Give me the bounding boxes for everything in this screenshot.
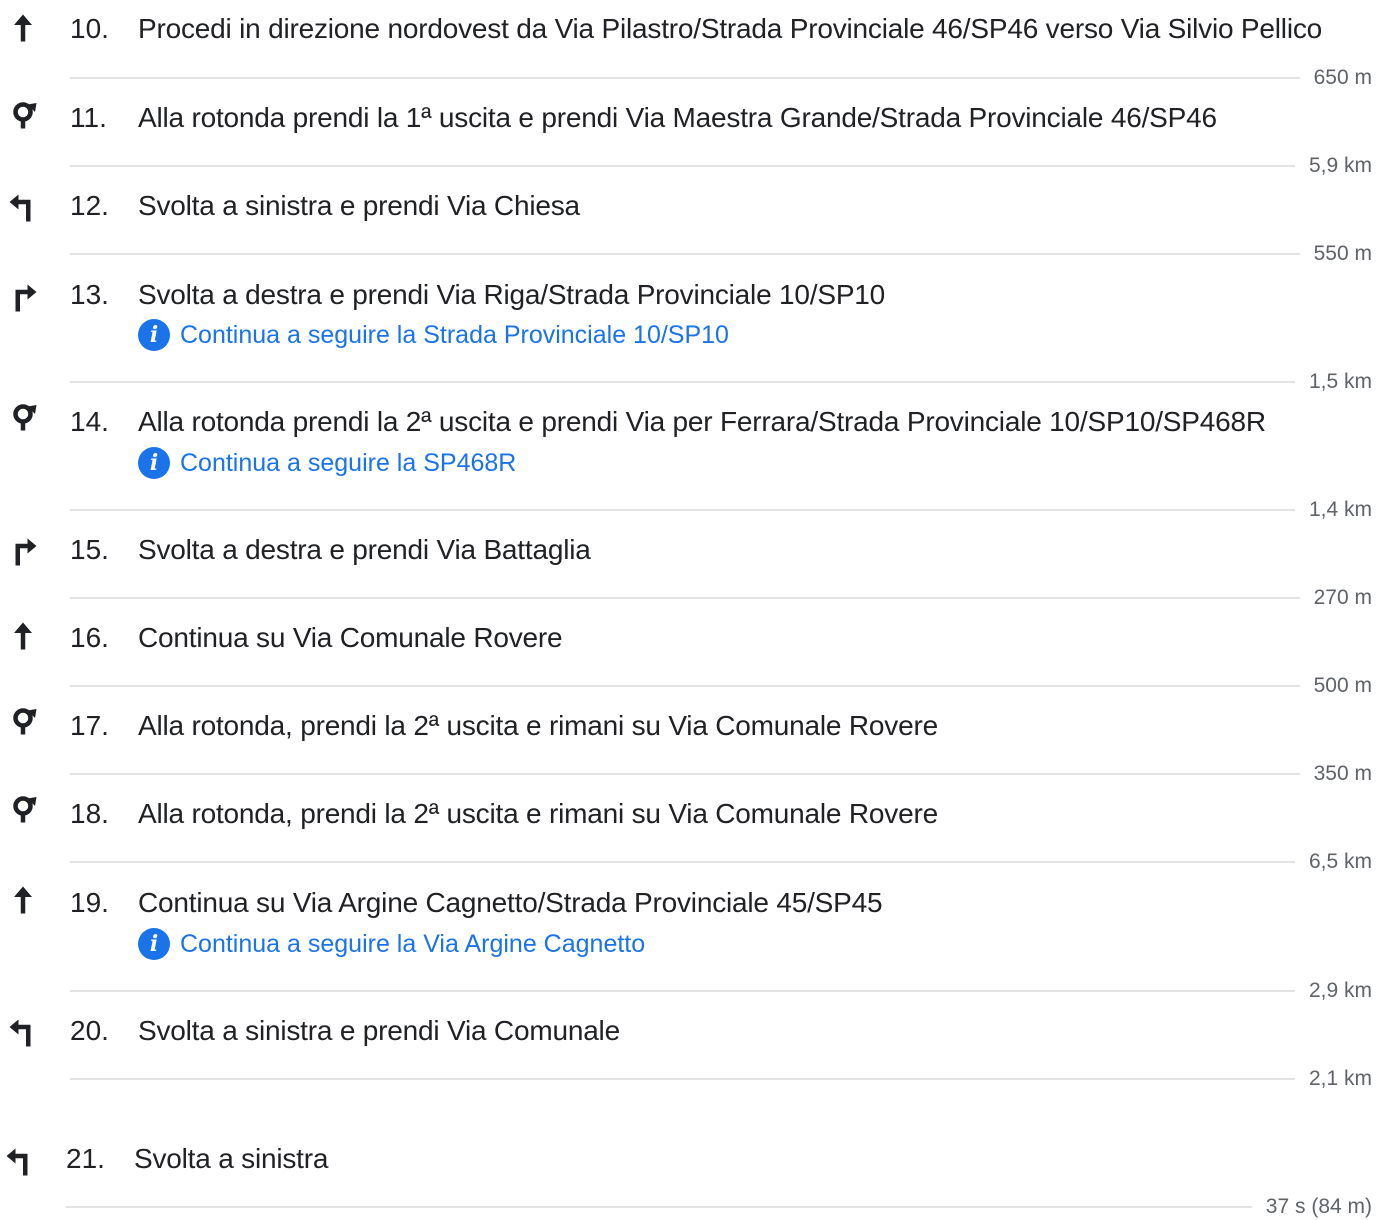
- step-number: 18.: [70, 798, 109, 829]
- divider-line: [66, 1206, 1252, 1208]
- roundabout-icon: [5, 791, 41, 827]
- roundabout-icon: [5, 703, 41, 739]
- step-number: 21.: [66, 1143, 105, 1174]
- step-instruction: Svolta a sinistra e prendi Via Chiesa: [138, 190, 580, 221]
- step-number: 15.: [70, 534, 109, 565]
- straight-arrow-icon: [5, 10, 41, 46]
- step-distance: 1,4 km: [1308, 498, 1372, 521]
- step-distance: 500 m: [1313, 674, 1372, 697]
- step-number: 13.: [70, 279, 109, 310]
- step-distance-divider: 5,9 km: [70, 154, 1372, 177]
- step-instruction: Alla rotonda, prendi la 2ª uscita e rima…: [138, 710, 938, 741]
- continue-note-text: Continua a seguire la Via Argine Cagnett…: [180, 929, 646, 958]
- divider-line: [70, 990, 1295, 992]
- step-distance: 37 s (84 m): [1265, 1195, 1372, 1218]
- step-instruction: Alla rotonda, prendi la 2ª uscita e rima…: [138, 798, 938, 829]
- divider-line: [70, 1078, 1295, 1080]
- step-distance: 650 m: [1313, 66, 1372, 89]
- step-distance: 2,1 km: [1308, 1067, 1372, 1090]
- step-distance: 6,5 km: [1308, 850, 1372, 873]
- step-instruction: Procedi in direzione nordovest da Via Pi…: [138, 13, 1323, 44]
- info-icon: i: [138, 319, 170, 351]
- step-distance: 550 m: [1313, 242, 1372, 265]
- step-distance-divider: 2,1 km: [70, 1067, 1372, 1090]
- step-distance-divider: 2,9 km: [70, 979, 1372, 1002]
- step-number: 19.: [70, 887, 109, 918]
- divider-line: [70, 509, 1295, 511]
- step-number: 10.: [70, 13, 109, 44]
- divider-line: [70, 381, 1295, 383]
- step-distance-divider: 1,4 km: [70, 498, 1372, 521]
- straight-arrow-icon: [5, 618, 41, 654]
- step-distance-divider: 1,5 km: [70, 370, 1372, 393]
- step-instruction: Continua su Via Argine Cagnetto/Strada P…: [138, 887, 883, 918]
- step-distance-divider: 500 m: [70, 674, 1372, 697]
- continue-note-link[interactable]: i Continua a seguire la Strada Provincia…: [138, 318, 729, 352]
- step-instruction: Continua su Via Comunale Rovere: [138, 622, 563, 653]
- continue-note-text: Continua a seguire la Strada Provinciale…: [180, 320, 729, 349]
- info-icon: i: [138, 928, 170, 960]
- continue-note-text: Continua a seguire la SP468R: [180, 448, 517, 477]
- continue-note-link[interactable]: i Continua a seguire la Via Argine Cagne…: [138, 927, 645, 961]
- roundabout-icon: [5, 97, 41, 133]
- step-distance-divider: 6,5 km: [70, 850, 1372, 873]
- step-instruction: Svolta a destra e prendi Via Battaglia: [138, 534, 591, 565]
- divider-line: [70, 77, 1300, 79]
- step-distance: 2,9 km: [1308, 979, 1372, 1002]
- step-number: 17.: [70, 710, 109, 741]
- turn-right-icon: [5, 280, 41, 316]
- turn-left-icon: [2, 1144, 38, 1180]
- step-distance: 270 m: [1313, 586, 1372, 609]
- info-icon: i: [138, 447, 170, 479]
- divider-line: [70, 773, 1300, 775]
- step-instruction: Alla rotonda prendi la 1ª uscita e prend…: [138, 102, 1217, 133]
- step-number: 20.: [70, 1015, 109, 1046]
- step-distance-divider: 350 m: [70, 762, 1372, 785]
- step-distance-divider: 270 m: [70, 586, 1372, 609]
- roundabout-icon: [5, 399, 41, 435]
- step-distance: 5,9 km: [1308, 154, 1372, 177]
- step-distance-divider: 650 m: [70, 66, 1372, 89]
- step-distance: 350 m: [1313, 762, 1372, 785]
- turn-left-icon: [5, 1015, 41, 1051]
- turn-left-icon: [5, 190, 41, 226]
- divider-line: [70, 861, 1295, 863]
- step-number: 12.: [70, 190, 109, 221]
- step-instruction: Alla rotonda prendi la 2ª uscita e prend…: [138, 406, 1266, 437]
- straight-arrow-icon: [5, 882, 41, 918]
- step-distance: 1,5 km: [1308, 370, 1372, 393]
- step-number: 16.: [70, 622, 109, 653]
- turn-right-icon: [5, 534, 41, 570]
- continue-note-link[interactable]: i Continua a seguire la SP468R: [138, 446, 516, 480]
- divider-line: [70, 165, 1295, 167]
- step-instruction: Svolta a destra e prendi Via Riga/Strada…: [138, 279, 886, 310]
- step-instruction: Svolta a sinistra: [134, 1143, 329, 1174]
- step-number: 11.: [70, 102, 107, 133]
- divider-line: [70, 597, 1300, 599]
- divider-line: [70, 253, 1300, 255]
- step-number: 14.: [70, 406, 109, 437]
- step-distance-divider: 550 m: [70, 242, 1372, 265]
- divider-line: [70, 685, 1300, 687]
- step-instruction: Svolta a sinistra e prendi Via Comunale: [138, 1015, 620, 1046]
- step-distance-divider: 37 s (84 m): [66, 1195, 1372, 1218]
